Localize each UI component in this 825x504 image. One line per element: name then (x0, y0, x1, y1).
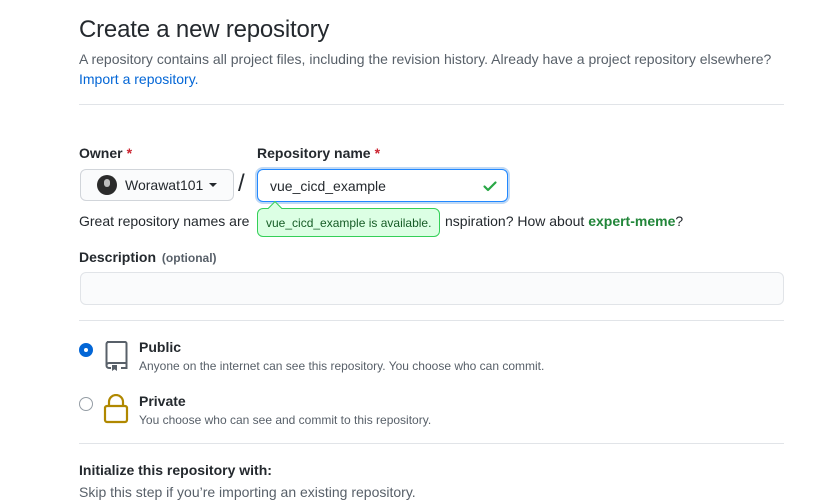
owner-label-text: Owner (79, 145, 123, 161)
create-repo-page: Create a new repository A repository con… (0, 0, 825, 504)
public-title: Public (139, 339, 182, 355)
subtitle-text: A repository contains all project files,… (79, 51, 772, 67)
public-radio[interactable] (79, 343, 93, 357)
private-radio[interactable] (79, 397, 93, 411)
description-input[interactable] (80, 272, 784, 305)
suggested-name-link[interactable]: expert-meme (588, 213, 675, 229)
avatar (97, 175, 117, 195)
availability-text: vue_cicd_example is available. (266, 215, 432, 230)
repository-name-hint: Great repository names are nspiration? H… (79, 213, 683, 229)
hint-suffix: ? (675, 213, 684, 229)
hint-middle: nspiration? How about (445, 213, 585, 229)
repository-name-label: Repository name * (257, 145, 380, 161)
availability-tooltip: vue_cicd_example is available. (257, 208, 441, 237)
repository-name-value: vue_cicd_example (270, 177, 386, 194)
hint-prefix: Great repository names are (79, 213, 250, 229)
owner-repo-separator: / (238, 170, 245, 197)
owner-label: Owner * (79, 145, 132, 161)
repo-icon (105, 341, 128, 371)
initialize-title: Initialize this repository with: (79, 462, 272, 478)
lock-icon (103, 394, 129, 424)
owner-dropdown[interactable]: Worawat101 (80, 169, 234, 201)
optional-tag: (optional) (161, 251, 217, 265)
private-title: Private (139, 393, 186, 409)
page-subtitle: A repository contains all project files,… (79, 49, 779, 89)
visibility-divider (79, 443, 784, 444)
required-marker: * (374, 145, 381, 161)
description-label-text: Description (79, 249, 157, 265)
check-icon (483, 181, 497, 192)
public-description: Anyone on the internet can see this repo… (139, 359, 545, 373)
hint-middle-wrap: nspiration? How about expert-meme? (445, 213, 683, 229)
initialize-description: Skip this step if you’re importing an ex… (79, 484, 416, 500)
required-marker: * (126, 145, 133, 161)
description-label: Description (optional) (79, 249, 217, 265)
page-title: Create a new repository (79, 16, 330, 43)
caret-down-icon (209, 183, 218, 187)
header-divider (79, 104, 784, 105)
private-description: You choose who can see and commit to thi… (139, 413, 432, 427)
import-repository-link[interactable]: Import a repository. (79, 71, 199, 87)
repository-name-label-text: Repository name (257, 145, 371, 161)
repository-name-input[interactable]: vue_cicd_example (257, 169, 508, 202)
owner-value: Worawat101 (125, 177, 204, 193)
description-divider (79, 320, 784, 321)
